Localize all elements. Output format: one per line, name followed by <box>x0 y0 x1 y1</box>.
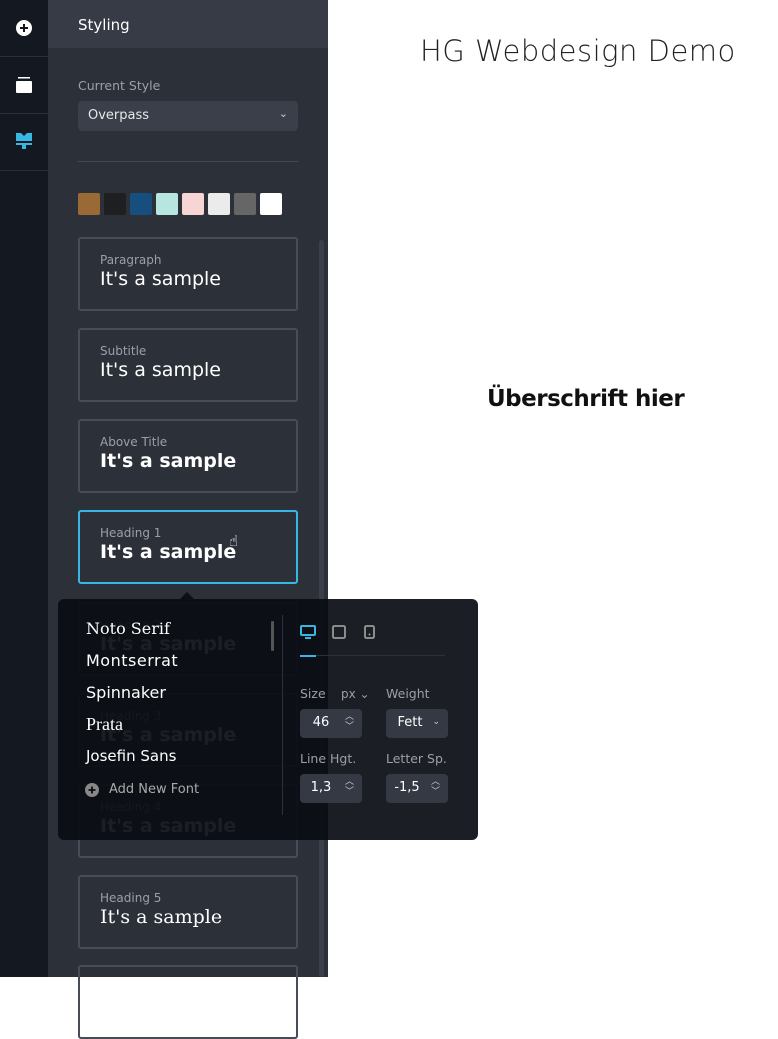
style-type: Heading 5 <box>100 891 162 905</box>
letter-spacing-value: -1,5 <box>394 780 420 795</box>
style-card[interactable]: Heading 1 It's a sample <box>78 510 298 584</box>
font-option[interactable]: Spinnaker <box>86 683 166 702</box>
weight-label: Weight <box>386 686 430 701</box>
font-option[interactable]: Prata <box>86 714 123 735</box>
icon-rail <box>0 0 48 977</box>
font-option[interactable]: Josefin Sans <box>86 747 176 765</box>
style-type: Subtitle <box>100 344 147 358</box>
stepper-arrows-icon[interactable]: ︿ ﹀ <box>345 777 354 797</box>
style-sample: It's a sample <box>100 541 237 563</box>
color-swatch[interactable] <box>78 193 100 215</box>
add-icon <box>85 782 99 797</box>
color-swatch[interactable] <box>156 193 178 215</box>
color-swatch[interactable] <box>104 193 126 215</box>
size-label: Size <box>300 686 326 701</box>
letter-spacing-stepper[interactable]: -1,5 ︿ ﹀ <box>386 774 448 803</box>
divider <box>300 655 445 656</box>
line-height-value: 1,3 <box>310 780 332 795</box>
styling-button[interactable] <box>0 114 48 171</box>
chevron-down-icon: ⌄ <box>278 107 288 120</box>
style-type: Heading 1 <box>100 526 162 540</box>
style-sample: It's a sample <box>100 359 221 381</box>
layers-icon <box>16 77 32 93</box>
line-height-label: Line Hgt. <box>300 751 357 766</box>
style-type: Above Title <box>100 435 168 449</box>
color-swatch[interactable] <box>260 193 282 215</box>
add-icon <box>16 20 32 36</box>
style-sample: It's a sample <box>100 450 237 472</box>
style-card[interactable]: Heading 5 It's a sample <box>78 875 298 949</box>
mobile-icon[interactable] <box>364 625 375 639</box>
stepper-arrows-icon[interactable]: ︿ ﹀ <box>431 777 440 797</box>
style-card[interactable]: Subtitle It's a sample <box>78 328 298 402</box>
active-tab-indicator <box>300 655 316 657</box>
site-title[interactable]: HG Webdesign Demo <box>420 34 736 68</box>
weight-select[interactable]: Fett ⌄ <box>386 709 448 738</box>
font-option[interactable]: Noto Serif <box>86 619 170 638</box>
panel-title: Styling <box>48 0 328 48</box>
add-font-label: Add New Font <box>109 782 200 797</box>
style-type: Paragraph <box>100 253 162 267</box>
weight-value: Fett <box>397 715 423 730</box>
divider <box>78 161 298 162</box>
current-style-label: Current Style <box>78 78 161 93</box>
desktop-icon[interactable] <box>300 625 316 639</box>
style-card[interactable] <box>78 965 298 1039</box>
color-swatch[interactable] <box>208 193 230 215</box>
pages-button[interactable] <box>0 57 48 114</box>
letter-spacing-label: Letter Sp. <box>386 751 447 766</box>
divider <box>282 615 283 815</box>
font-option[interactable]: Montserrat <box>86 651 178 670</box>
font-list-scrollbar[interactable] <box>271 621 274 651</box>
color-swatch[interactable] <box>234 193 256 215</box>
style-card[interactable]: Above Title It's a sample <box>78 419 298 493</box>
line-height-stepper[interactable]: 1,3 ︿ ﹀ <box>300 774 362 803</box>
current-style-value: Overpass <box>88 108 150 123</box>
pointer-cursor-icon: ☝ <box>229 532 239 550</box>
current-style-select[interactable]: Overpass ⌄ <box>78 101 298 131</box>
add-font-button[interactable]: Add New Font <box>85 782 199 797</box>
unit-value: px <box>341 687 356 701</box>
color-palette <box>78 193 282 215</box>
font-settings-popup: Noto Serif Montserrat Spinnaker Prata Jo… <box>58 592 478 840</box>
style-sample: It's a sample <box>100 268 221 290</box>
style-card[interactable]: Paragraph It's a sample <box>78 237 298 311</box>
size-value: 46 <box>312 715 330 730</box>
color-swatch[interactable] <box>130 193 152 215</box>
style-sample: It's a sample <box>100 906 223 928</box>
add-element-button[interactable] <box>0 0 48 57</box>
unit-select[interactable]: px ⌄ <box>341 687 370 701</box>
chevron-down-icon: ⌄ <box>432 717 440 727</box>
stepper-arrows-icon[interactable]: ︿ ﹀ <box>345 712 354 732</box>
brush-icon <box>16 133 32 149</box>
color-swatch[interactable] <box>182 193 204 215</box>
size-stepper[interactable]: 46 ︿ ﹀ <box>300 709 362 738</box>
tablet-icon[interactable] <box>332 625 346 639</box>
canvas-heading[interactable]: Überschrift hier <box>487 386 685 412</box>
